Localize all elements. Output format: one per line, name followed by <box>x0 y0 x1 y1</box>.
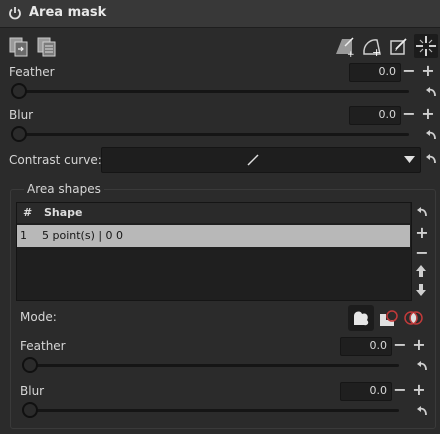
shape-feather-value: 0.0 <box>369 339 388 352</box>
mode-label: Mode: <box>20 310 57 324</box>
add-shape-button[interactable]: + <box>415 223 429 242</box>
shape-feather-slider-knob[interactable] <box>22 357 38 373</box>
blur-slider-knob[interactable] <box>11 126 27 142</box>
curve-line-icon <box>247 154 259 166</box>
power-icon[interactable] <box>8 6 22 20</box>
add-polygon-icon[interactable]: + <box>334 36 356 60</box>
svg-text:+: + <box>347 50 355 58</box>
panel-title: Area mask <box>29 5 107 20</box>
feather-value: 0.0 <box>378 65 397 78</box>
shape-blur-decrease-button[interactable]: − <box>393 382 407 398</box>
shape-feather-label: Feather <box>20 339 66 353</box>
blur-value: 0.0 <box>378 108 397 121</box>
shape-blur-value-field[interactable]: 0.0 <box>340 382 392 401</box>
move-up-icon[interactable] <box>415 264 427 281</box>
blur-slider-track[interactable] <box>20 133 409 136</box>
mode-subtract-button[interactable] <box>376 306 400 330</box>
area-shapes-title: Area shapes <box>24 182 104 196</box>
shape-feather-decrease-button[interactable]: − <box>393 337 407 353</box>
blur-decrease-button[interactable]: − <box>402 106 416 122</box>
shape-blur-value: 0.0 <box>369 384 388 397</box>
blur-label: Blur <box>9 108 34 122</box>
copy-icon[interactable] <box>8 36 30 58</box>
mode-intersect-button[interactable] <box>401 306 425 330</box>
shape-blur-slider-track[interactable] <box>31 409 399 412</box>
shape-feather-reset-icon[interactable] <box>416 360 428 372</box>
blur-increase-button[interactable]: + <box>421 106 435 122</box>
feather-slider-knob[interactable] <box>11 83 27 99</box>
shape-blur-slider-knob[interactable] <box>22 402 38 418</box>
column-header-num[interactable]: # <box>23 206 32 219</box>
shape-feather-increase-button[interactable]: + <box>412 337 426 353</box>
mode-add-button[interactable] <box>348 305 374 331</box>
chevron-down-icon <box>404 156 415 163</box>
feather-label: Feather <box>9 65 55 79</box>
feather-reset-icon[interactable] <box>425 86 437 98</box>
feather-decrease-button[interactable]: − <box>402 63 416 79</box>
blur-value-field[interactable]: 0.0 <box>349 106 401 125</box>
contrast-curve-label: Contrast curve: <box>9 153 102 167</box>
shape-blur-reset-icon[interactable] <box>416 405 428 417</box>
contrast-curve-combo[interactable] <box>101 147 421 173</box>
edit-shape-icon[interactable] <box>388 36 410 58</box>
column-header-shape[interactable]: Shape <box>44 206 83 219</box>
svg-text:+: + <box>372 46 381 58</box>
contrast-reset-icon[interactable] <box>425 153 437 165</box>
add-spline-icon[interactable]: + <box>361 36 383 59</box>
mode-add-icon <box>354 311 369 326</box>
shape-feather-slider-track[interactable] <box>31 364 399 367</box>
shapes-reset-icon[interactable] <box>416 206 428 218</box>
remove-shape-button[interactable]: − <box>415 243 429 262</box>
row-num: 1 <box>20 229 27 242</box>
feather-value-field[interactable]: 0.0 <box>349 63 401 82</box>
move-down-icon[interactable] <box>415 283 427 300</box>
move-crosshair-icon[interactable] <box>414 34 438 58</box>
paste-icon[interactable] <box>36 36 58 58</box>
blur-reset-icon[interactable] <box>425 129 437 141</box>
shape-feather-value-field[interactable]: 0.0 <box>340 337 392 356</box>
row-shape: 5 point(s) | 0 0 <box>42 229 124 242</box>
shape-blur-label: Blur <box>20 384 45 398</box>
shape-blur-increase-button[interactable]: + <box>412 382 426 398</box>
feather-increase-button[interactable]: + <box>421 63 435 79</box>
mode-subtract-icon <box>380 310 398 326</box>
feather-slider-track[interactable] <box>20 90 409 93</box>
mode-intersect-icon <box>404 311 423 325</box>
